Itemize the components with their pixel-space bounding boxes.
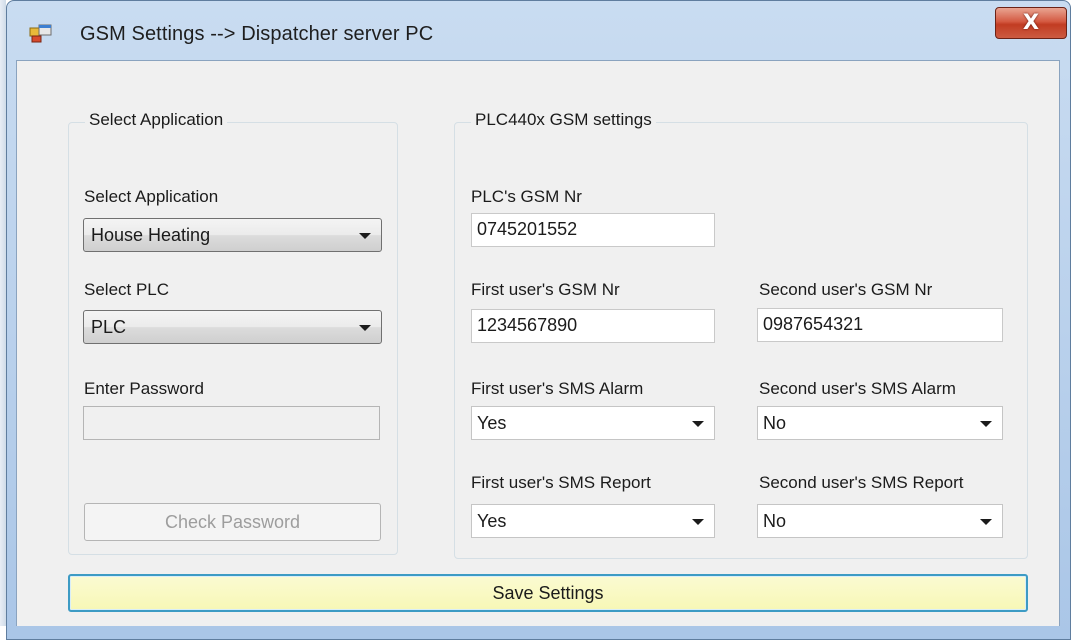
dialog-client-area: Select Application Select Application Ho…	[16, 60, 1060, 626]
second-user-gsm-input[interactable]: 0987654321	[757, 308, 1003, 342]
close-button[interactable]: X	[995, 7, 1067, 39]
enter-password-label: Enter Password	[84, 379, 204, 398]
first-user-sms-alarm-label: First user's SMS Alarm	[471, 379, 644, 398]
first-user-gsm-label: First user's GSM Nr	[471, 280, 620, 299]
select-application-dropdown[interactable]: House Heating	[83, 218, 382, 252]
first-user-gsm-input[interactable]: 1234567890	[471, 309, 715, 343]
select-plc-dropdown[interactable]: PLC	[83, 310, 382, 344]
chevron-down-icon	[980, 519, 992, 525]
gsm-settings-group-title: PLC440x GSM settings	[471, 110, 656, 130]
second-user-sms-alarm-label: Second user's SMS Alarm	[759, 379, 956, 398]
window-title: GSM Settings --> Dispatcher server PC	[80, 23, 434, 45]
save-settings-button[interactable]: Save Settings	[68, 574, 1028, 612]
select-plc-label: Select PLC	[84, 280, 170, 299]
first-user-sms-alarm-value: Yes	[477, 413, 507, 433]
select-application-value: House Heating	[91, 225, 211, 245]
second-user-sms-report-dropdown[interactable]: No	[757, 504, 1003, 538]
second-user-sms-alarm-value: No	[763, 413, 787, 433]
chevron-down-icon	[359, 233, 371, 239]
second-user-sms-alarm-dropdown[interactable]: No	[757, 406, 1003, 440]
select-plc-value: PLC	[91, 317, 127, 337]
second-user-gsm-label: Second user's GSM Nr	[759, 280, 933, 299]
second-user-sms-report-value: No	[763, 511, 787, 531]
second-user-sms-report-label: Second user's SMS Report	[759, 473, 964, 492]
chevron-down-icon	[359, 325, 371, 331]
window-app-icon	[29, 24, 52, 43]
first-user-sms-report-label: First user's SMS Report	[471, 473, 651, 492]
select-application-group-title: Select Application	[85, 110, 228, 130]
chevron-down-icon	[692, 519, 704, 525]
plc-gsm-label: PLC's GSM Nr	[471, 187, 582, 206]
select-application-label: Select Application	[84, 187, 219, 206]
close-icon: X	[1022, 10, 1040, 34]
first-user-sms-report-value: Yes	[477, 511, 507, 531]
first-user-sms-alarm-dropdown[interactable]: Yes	[471, 406, 715, 440]
password-input[interactable]	[83, 406, 380, 440]
chevron-down-icon	[980, 421, 992, 427]
first-user-sms-report-dropdown[interactable]: Yes	[471, 504, 715, 538]
check-password-button[interactable]: Check Password	[84, 503, 381, 541]
chevron-down-icon	[692, 421, 704, 427]
plc-gsm-input[interactable]: 0745201552	[471, 213, 715, 247]
